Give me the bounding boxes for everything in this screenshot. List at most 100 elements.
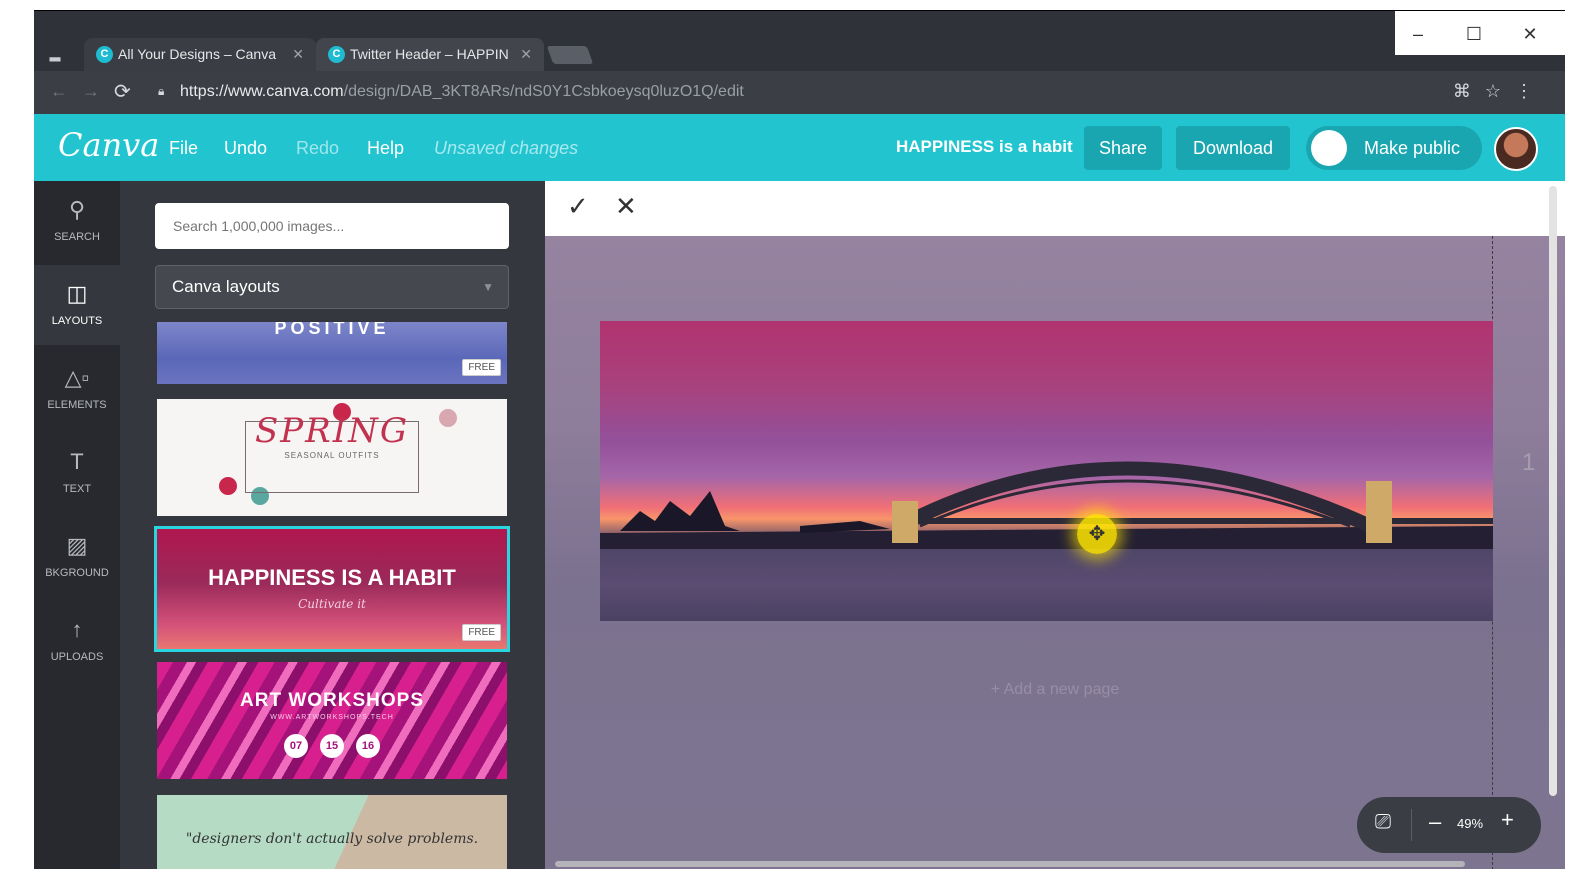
zoom-out-button[interactable]: – [1429, 809, 1441, 835]
card-website: WWW.ARTWORKSHOPS.TECH [270, 714, 394, 721]
avatar[interactable] [1494, 127, 1538, 171]
canva-favicon-icon: C [328, 46, 345, 63]
image-search-input[interactable] [155, 203, 509, 249]
sidebar-item-label: LAYOUTS [51, 315, 103, 327]
design-canvas-area: ✓ ✕ 1 ✥ + Add a new page ⎚ – 49% + [545, 181, 1565, 869]
translate-icon[interactable]: ⌘ [1453, 81, 1485, 101]
sidebar-item-label: TEXT [62, 483, 92, 495]
card-title: SPRING [254, 411, 410, 451]
sidebar-rail: ⚲ SEARCH ◫ LAYOUTS △▫ ELEMENTS T TEXT ▨ … [34, 181, 120, 869]
window-controls: – ☐ ✕ [1395, 11, 1565, 55]
sidebar-item-label: SEARCH [54, 231, 100, 243]
background-icon: ▨ [66, 533, 88, 558]
zoom-level: 49% [1457, 816, 1484, 831]
layout-card-spring[interactable]: SPRING SEASONAL OUTFITS [157, 399, 507, 516]
sidebar-item-layouts[interactable]: ◫ LAYOUTS [34, 265, 120, 345]
elements-icon: △▫ [64, 365, 90, 390]
checkmark-icon[interactable]: ✓ [567, 191, 589, 222]
url-host: https://www.canva.com [180, 83, 344, 100]
free-badge: FREE [462, 359, 501, 376]
incognito-icon: ▂ [49, 45, 61, 61]
close-window-button[interactable]: ✕ [1507, 19, 1553, 49]
tab-title: Twitter Header – HAPPIN [350, 46, 509, 62]
zoom-controls: ⎚ – 49% + [1357, 797, 1541, 853]
harbour-water [600, 549, 1493, 621]
redo-button[interactable]: Redo [296, 138, 339, 159]
file-menu[interactable]: File [169, 138, 198, 159]
add-page-button[interactable]: + Add a new page [545, 681, 1565, 699]
chevron-down-icon: ▼ [482, 280, 494, 294]
back-arrow-icon[interactable]: ← [50, 81, 68, 102]
move-handle-icon[interactable]: ✥ [1077, 514, 1117, 554]
make-public-toggle[interactable]: Make public [1306, 126, 1482, 170]
tab-all-designs[interactable]: C All Your Designs – Canva ✕ [84, 38, 316, 71]
card-title: ART WORKSHOPS [240, 690, 424, 711]
forward-arrow-icon[interactable]: → [82, 81, 100, 102]
present-icon[interactable]: ⎚ [1375, 811, 1391, 834]
save-status: Unsaved changes [434, 138, 579, 158]
sidebar-item-search[interactable]: ⚲ SEARCH [34, 181, 120, 261]
sidebar-item-background[interactable]: ▨ BKGROUND [34, 517, 120, 597]
tab-close-icon[interactable]: ✕ [292, 38, 304, 71]
horizontal-scrollbar[interactable] [555, 861, 1465, 867]
undo-button[interactable]: Undo [224, 138, 267, 159]
card-dates: 07 15 16 [157, 734, 507, 758]
divider [1411, 809, 1412, 841]
free-badge: FREE [462, 624, 501, 641]
tab-close-icon[interactable]: ✕ [520, 38, 532, 71]
sidebar-item-uploads[interactable]: ↑ UPLOADS [34, 601, 120, 681]
card-subtitle: Cultivate it [298, 597, 366, 611]
download-button[interactable]: Download [1176, 126, 1290, 170]
tab-strip: ▂ C All Your Designs – Canva ✕ C Twitter… [34, 11, 1565, 71]
layout-source-dropdown[interactable]: Canva layouts ▼ [155, 265, 509, 309]
date-badge: 07 [284, 734, 308, 758]
uploads-icon: ↑ [71, 617, 83, 642]
reload-icon[interactable]: ⟳ [114, 79, 131, 104]
sidebar-item-label: UPLOADS [50, 651, 104, 663]
browser-window: ▂ C All Your Designs – Canva ✕ C Twitter… [34, 10, 1565, 869]
layout-card-art-workshops[interactable]: ART WORKSHOPS WWW.ARTWORKSHOPS.TECH 07 15… [157, 662, 507, 779]
dropdown-value: Canva layouts [172, 277, 280, 296]
editor-header: Canva File Undo Redo Help Unsaved change… [34, 114, 1565, 181]
search-icon: ⚲ [68, 197, 86, 222]
address-bar-actions: ⌘☆⋮ [1453, 81, 1547, 102]
design-title[interactable]: HAPPINESS is a habit [896, 137, 1073, 157]
maximize-button[interactable]: ☐ [1451, 19, 1497, 49]
sidebar-item-text[interactable]: T TEXT [34, 433, 120, 513]
help-menu[interactable]: Help [367, 138, 404, 159]
flower-decoration [219, 477, 237, 495]
url-path: /design/DAB_3KT8ARs/ndS0Y1Csbkoeysq0luzO… [343, 83, 744, 100]
date-badge: 16 [356, 734, 380, 758]
page-number: 1 [1522, 449, 1536, 476]
layouts-icon: ◫ [66, 281, 88, 306]
sidebar-item-label: ELEMENTS [47, 399, 107, 411]
tab-title: All Your Designs – Canva [118, 46, 276, 62]
layout-card-positive[interactable]: POSITIVE FREE [157, 322, 507, 384]
sidebar-item-label: BKGROUND [45, 567, 109, 579]
canva-logo[interactable]: Canva [58, 126, 159, 164]
card-title: HAPPINESS IS A HABIT [208, 565, 456, 590]
sidebar-item-elements[interactable]: △▫ ELEMENTS [34, 349, 120, 429]
more-menu-icon[interactable]: ⋮ [1515, 81, 1547, 101]
layout-card-happiness[interactable]: HAPPINESS IS A HABIT Cultivate it FREE [154, 526, 510, 652]
cancel-x-icon[interactable]: ✕ [615, 191, 637, 222]
star-icon[interactable]: ☆ [1485, 81, 1515, 101]
zoom-in-button[interactable]: + [1501, 807, 1514, 833]
canva-favicon-icon: C [96, 46, 113, 63]
address-bar: ← → ⟳ 🔒︎ https://www.canva.com/design/DA… [34, 71, 1565, 114]
card-subtitle: SEASONAL OUTFITS [284, 451, 380, 460]
text-icon: T [70, 449, 84, 474]
date-badge: 15 [320, 734, 344, 758]
crop-confirm-bar: ✓ ✕ [545, 181, 1565, 236]
vertical-scrollbar[interactable] [1549, 186, 1557, 796]
minimize-button[interactable]: – [1395, 19, 1441, 49]
lock-icon: 🔒︎ [158, 84, 165, 98]
twitter-header-page[interactable]: ✥ [600, 321, 1493, 621]
new-tab-button[interactable] [546, 46, 594, 64]
share-button[interactable]: Share [1084, 126, 1162, 170]
url-field[interactable]: https://www.canva.com/design/DAB_3KT8ARs… [180, 83, 744, 101]
card-quote: "designers don't actually solve problems… [185, 831, 479, 847]
card-title: POSITIVE [274, 322, 390, 338]
layout-card-quote[interactable]: "designers don't actually solve problems… [157, 795, 507, 869]
tab-twitter-header[interactable]: C Twitter Header – HAPPIN ✕ [316, 38, 544, 71]
